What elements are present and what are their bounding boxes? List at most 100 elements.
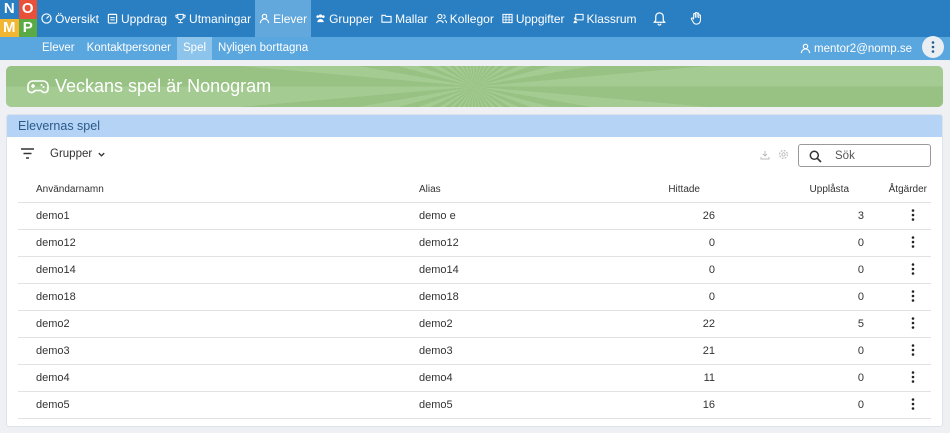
- user-email: mentor2@nomp.se: [814, 42, 912, 55]
- cell-found: 11: [609, 364, 715, 392]
- row-actions-button[interactable]: [906, 289, 920, 303]
- nav-item-label: Klassrum: [586, 11, 637, 26]
- table-row[interactable]: demo18 demo18 0 0: [18, 283, 931, 311]
- gauge-icon: [41, 13, 52, 24]
- gear-icon[interactable]: [778, 149, 789, 160]
- cell-actions: [864, 202, 931, 230]
- cell-username: demo3: [18, 337, 419, 365]
- sub-nav: Elever Kontaktpersoner Spel Nyligen bort…: [36, 37, 314, 60]
- table-row[interactable]: demo5 demo5 16 0: [18, 391, 931, 419]
- search-icon: [809, 150, 822, 163]
- games-table: Användarnamn Alias Hittade Upplåsta Åtgä…: [18, 177, 931, 419]
- search-box: [798, 144, 931, 167]
- cell-alias: demo3: [419, 337, 609, 365]
- top-navigation-bar: N O M P Översikt Uppdrag Utmaningar Elev…: [0, 0, 950, 37]
- search-input[interactable]: [835, 148, 925, 164]
- column-header-found[interactable]: Hittade: [609, 177, 715, 203]
- column-header-solved[interactable]: Upplåsta: [715, 177, 864, 203]
- filter-icon[interactable]: [20, 147, 35, 160]
- users-icon: [316, 14, 325, 23]
- nav-item-kollegor[interactable]: Kollegor: [432, 0, 498, 37]
- more-options-button[interactable]: [922, 36, 944, 58]
- cell-actions: [864, 256, 931, 284]
- cell-solved: 0: [715, 364, 864, 392]
- cell-username: demo18: [18, 283, 419, 311]
- nav-item-label: Uppdrag: [121, 11, 168, 26]
- kebab-icon: [911, 235, 915, 248]
- cell-actions: [864, 229, 931, 257]
- kebab-icon: [911, 208, 915, 221]
- row-actions-button[interactable]: [906, 343, 920, 357]
- raise-hand-button[interactable]: [678, 0, 715, 37]
- nomp-logo[interactable]: N O M P: [0, 0, 37, 37]
- nav-item-uppdrag[interactable]: Uppdrag: [103, 0, 171, 37]
- trophy-icon: [175, 13, 186, 24]
- table-row[interactable]: demo12 demo12 0 0: [18, 229, 931, 257]
- table-row[interactable]: demo3 demo3 21 0: [18, 337, 931, 365]
- banner-title: Veckans spel är Nonogram: [55, 76, 272, 96]
- kebab-icon: [911, 262, 915, 275]
- cell-actions: [864, 337, 931, 365]
- nav-item-mallar[interactable]: Mallar: [377, 0, 432, 37]
- row-actions-button[interactable]: [906, 208, 920, 222]
- subnav-item-nyligen-borttagna[interactable]: Nyligen borttagna: [212, 37, 314, 60]
- kebab-icon: [911, 370, 915, 383]
- cell-solved: 0: [715, 391, 864, 419]
- user-account-link[interactable]: mentor2@nomp.se: [800, 37, 912, 60]
- cell-found: 0: [609, 229, 715, 257]
- cell-solved: 5: [715, 310, 864, 338]
- subnav-item-spel[interactable]: Spel: [177, 37, 213, 60]
- table-row[interactable]: demo4 demo4 11 0: [18, 364, 931, 392]
- table-header-row: Användarnamn Alias Hittade Upplåsta Åtgä…: [18, 177, 931, 203]
- groups-label: Grupper: [50, 148, 93, 160]
- cell-actions: [864, 310, 931, 338]
- download-icon[interactable]: [760, 150, 770, 160]
- user-icon: [259, 13, 270, 24]
- table-row[interactable]: demo14 demo14 0 0: [18, 256, 931, 284]
- nav-item-uppgifter[interactable]: Uppgifter: [498, 0, 569, 37]
- row-actions-button[interactable]: [906, 235, 920, 249]
- cell-found: 0: [609, 283, 715, 311]
- nav-item-elever[interactable]: Elever: [255, 0, 312, 37]
- cell-alias: demo14: [419, 256, 609, 284]
- kebab-icon: [911, 316, 915, 329]
- kebab-icon: [911, 343, 915, 356]
- bell-icon: [652, 12, 666, 26]
- groups-dropdown[interactable]: Grupper: [50, 147, 106, 161]
- table-row[interactable]: demo2 demo2 22 5: [18, 310, 931, 338]
- table-row[interactable]: demo1 demo e 26 3: [18, 202, 931, 230]
- cell-found: 21: [609, 337, 715, 365]
- cell-alias: demo18: [419, 283, 609, 311]
- nav-item-utmaningar[interactable]: Utmaningar: [171, 0, 255, 37]
- gamepad-icon: [27, 79, 49, 93]
- nav-item-label: Kollegor: [449, 11, 494, 26]
- row-actions-button[interactable]: [906, 397, 920, 411]
- nav-item-grupper[interactable]: Grupper: [311, 0, 377, 37]
- banner-content: Veckans spel är Nonogram: [26, 66, 271, 107]
- row-actions-button[interactable]: [906, 316, 920, 330]
- grid-icon: [502, 13, 513, 24]
- cell-solved: 0: [715, 337, 864, 365]
- nav-item-label: Mallar: [395, 11, 428, 26]
- nav-item-oversikt[interactable]: Översikt: [37, 0, 103, 37]
- kebab-icon: [911, 397, 915, 410]
- row-actions-button[interactable]: [906, 370, 920, 384]
- hand-icon: [690, 11, 701, 25]
- secondary-navigation-bar: Elever Kontaktpersoner Spel Nyligen bort…: [0, 37, 950, 60]
- row-actions-button[interactable]: [906, 262, 920, 276]
- nav-item-klassrum[interactable]: Klassrum: [569, 0, 641, 37]
- cell-actions: [864, 283, 931, 311]
- cell-found: 0: [609, 256, 715, 284]
- subnav-item-elever[interactable]: Elever: [36, 37, 81, 60]
- colleagues-icon: [435, 13, 447, 24]
- cell-solved: 0: [715, 256, 864, 284]
- nav-item-label: Översikt: [55, 11, 100, 26]
- cell-alias: demo2: [419, 310, 609, 338]
- subnav-item-kontaktpersoner[interactable]: Kontaktpersoner: [81, 37, 177, 60]
- column-header-alias[interactable]: Alias: [419, 177, 609, 203]
- weekly-game-banner: Veckans spel är Nonogram: [6, 66, 943, 107]
- column-header-username[interactable]: Användarnamn: [18, 177, 419, 203]
- cell-alias: demo12: [419, 229, 609, 257]
- logo-letter: N: [0, 0, 19, 19]
- notifications-button[interactable]: [641, 0, 678, 37]
